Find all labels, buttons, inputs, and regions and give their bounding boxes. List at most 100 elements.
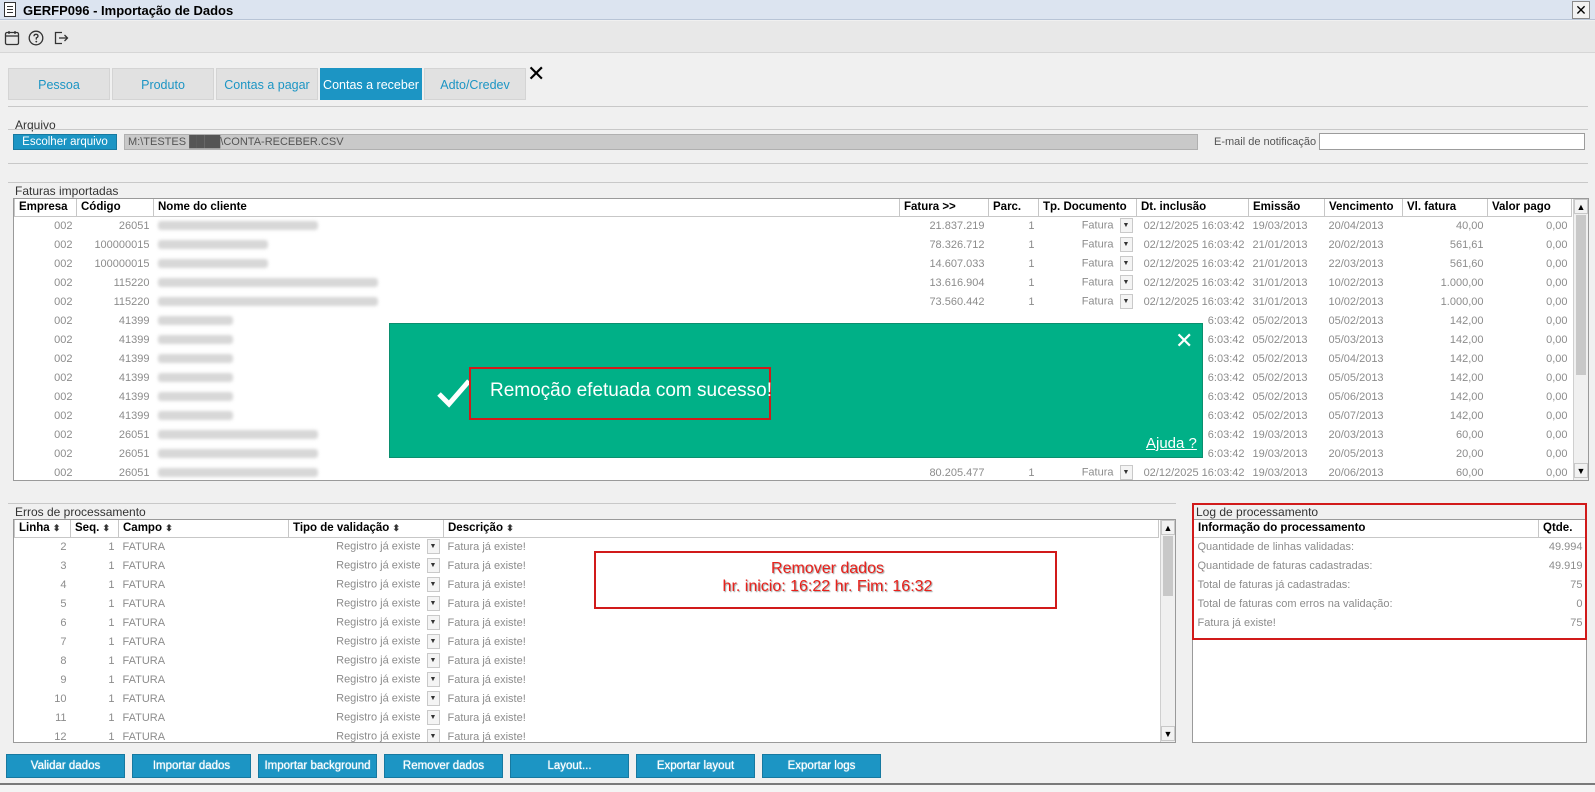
cell-tp-documento[interactable]: Fatura ▼ <box>1039 292 1137 311</box>
cell-tipo-validacao[interactable]: Registro já existe ▼ <box>289 632 444 651</box>
cell-nome-cliente <box>154 292 900 311</box>
table-row[interactable]: 9 1 FATURA Registro já existe ▼ Fatura já exi… <box>15 670 1159 689</box>
table-row[interactable]: 002 100000015 14.607.033 1 Fatura ▼ 02/12/2025… <box>15 254 1572 273</box>
cell-tipo-validacao[interactable]: Registro já existe ▼ <box>289 537 444 556</box>
dropdown-arrow-icon[interactable]: ▼ <box>1119 237 1133 252</box>
column-header-codigo[interactable]: Código <box>76 199 154 217</box>
column-header-vencimento[interactable]: Vencimento <box>1324 199 1403 217</box>
cell-tp-documento[interactable]: Fatura ▼ <box>1039 235 1137 254</box>
cell-nome-cliente <box>154 273 900 292</box>
help-icon[interactable] <box>28 30 44 46</box>
dropdown-arrow-icon[interactable]: ▼ <box>426 615 440 630</box>
column-header-seq[interactable]: Seq. ⬍ <box>70 520 119 538</box>
cell-tipo-validacao[interactable]: Registro já existe ▼ <box>289 708 444 727</box>
dropdown-arrow-icon[interactable]: ▼ <box>1119 465 1133 480</box>
dropdown-arrow-icon[interactable]: ▼ <box>426 710 440 725</box>
toast-close-icon[interactable]: ✕ <box>1175 328 1193 354</box>
dropdown-arrow-icon[interactable]: ▼ <box>426 577 440 592</box>
table-row[interactable]: 8 1 FATURA Registro já existe ▼ Fatura já exi… <box>15 651 1159 670</box>
table-row[interactable]: 002 26051 80.205.477 1 Fatura ▼ 02/12/2025 16:… <box>15 463 1572 480</box>
dropdown-arrow-icon[interactable]: ▼ <box>1119 256 1133 271</box>
scroll-up-icon[interactable]: ▲ <box>1161 520 1175 535</box>
cell-tipo-validacao[interactable]: Registro já existe ▼ <box>289 651 444 670</box>
sort-icon[interactable]: ⬍ <box>506 523 514 533</box>
dropdown-arrow-icon[interactable]: ▼ <box>426 634 440 649</box>
cell-tp-documento[interactable]: Fatura ▼ <box>1039 254 1137 273</box>
table-row[interactable]: 7 1 FATURA Registro já existe ▼ Fatura já exi… <box>15 632 1159 651</box>
tab-contas-a-receber[interactable]: Contas a receber <box>320 68 422 100</box>
cell-tipo-validacao[interactable]: Registro já existe ▼ <box>289 613 444 632</box>
sort-icon[interactable]: ⬍ <box>53 523 61 533</box>
email-notification-input[interactable] <box>1319 133 1585 150</box>
scroll-up-icon[interactable]: ▲ <box>1574 199 1588 214</box>
scroll-thumb[interactable] <box>1163 536 1173 596</box>
cell-tipo-validacao[interactable]: Registro já existe ▼ <box>289 689 444 708</box>
tab-produto[interactable]: Produto <box>112 68 214 100</box>
tab-contas-a-pagar[interactable]: Contas a pagar <box>216 68 318 100</box>
column-header-vl-fatura[interactable]: Vl. fatura <box>1402 199 1488 217</box>
cell-parc: 1 <box>1028 257 1035 270</box>
remover-dados-button[interactable]: Remover dados <box>384 754 503 778</box>
calendar-icon[interactable] <box>4 30 20 46</box>
sort-icon[interactable]: ⬍ <box>165 523 173 533</box>
dropdown-arrow-icon[interactable]: ▼ <box>426 653 440 668</box>
tab-pessoa[interactable]: Pessoa <box>8 68 110 100</box>
column-header-campo[interactable]: Campo ⬍ <box>118 520 289 538</box>
dropdown-arrow-icon[interactable]: ▼ <box>1119 218 1133 234</box>
column-header-tp-documento[interactable]: Tp. Documento <box>1038 199 1137 217</box>
dropdown-arrow-icon[interactable]: ▼ <box>426 539 440 555</box>
column-header-parc[interactable]: Parc. <box>988 199 1039 217</box>
column-header-tipo-validacao[interactable]: Tipo de validação ⬍ <box>288 520 444 538</box>
layout-button[interactable]: Layout... <box>510 754 629 778</box>
cell-tipo-validacao[interactable]: Registro já existe ▼ <box>289 670 444 689</box>
faturas-scrollbar[interactable]: ▲ ▼ <box>1573 199 1588 480</box>
sort-icon[interactable]: ⬍ <box>103 523 111 533</box>
column-header-emissao[interactable]: Emissão <box>1248 199 1325 217</box>
cell-tp-documento[interactable]: Fatura ▼ <box>1039 463 1137 480</box>
table-row[interactable]: 002 115220 73.560.442 1 Fatura ▼ 02/12/2025 16… <box>15 292 1572 311</box>
table-row[interactable]: 002 115220 13.616.904 1 Fatura ▼ 02/12/2025 16… <box>15 273 1572 292</box>
table-row[interactable]: 10 1 FATURA Registro já existe ▼ Fatura já ex… <box>15 689 1159 708</box>
table-row[interactable]: 002 100000015 78.326.712 1 Fatura ▼ 02/12/2025… <box>15 235 1572 254</box>
table-row[interactable]: 11 1 FATURA Registro já existe ▼ Fatura já ex… <box>15 708 1159 727</box>
cell-tipo-validacao[interactable]: Registro já existe ▼ <box>289 727 444 742</box>
column-header-valor-pago[interactable]: Valor pago <box>1487 199 1572 217</box>
column-header-linha[interactable]: Linha ⬍ <box>14 520 71 538</box>
cell-tipo-validacao[interactable]: Registro já existe ▼ <box>289 575 444 594</box>
dropdown-arrow-icon[interactable]: ▼ <box>1119 275 1133 290</box>
dropdown-arrow-icon[interactable]: ▼ <box>426 729 440 742</box>
dropdown-arrow-icon[interactable]: ▼ <box>426 596 440 611</box>
cell-tp-documento[interactable]: Fatura ▼ <box>1039 273 1137 292</box>
cell-tipo-validacao[interactable]: Registro já existe ▼ <box>289 556 444 575</box>
column-header-dt-inclusao[interactable]: Dt. inclusão <box>1136 199 1249 217</box>
cell-tipo-validacao[interactable]: Registro já existe ▼ <box>289 594 444 613</box>
scroll-down-icon[interactable]: ▼ <box>1574 463 1588 478</box>
column-header-empresa[interactable]: Empresa <box>14 199 77 217</box>
tab-adto-credev[interactable]: Adto/Credev <box>424 68 526 100</box>
exportar-logs-button[interactable]: Exportar logs <box>762 754 881 778</box>
importar-dados-button[interactable]: Importar dados <box>132 754 251 778</box>
column-header-nome-cliente[interactable]: Nome do cliente <box>153 199 900 217</box>
scroll-down-icon[interactable]: ▼ <box>1161 726 1175 741</box>
toast-help-link[interactable]: Ajuda ? <box>1146 435 1197 452</box>
dropdown-arrow-icon[interactable]: ▼ <box>426 558 440 573</box>
exportar-layout-button[interactable]: Exportar layout <box>636 754 755 778</box>
table-row[interactable]: 002 26051 21.837.219 1 Fatura ▼ 02/12/2025 16:… <box>15 216 1572 235</box>
close-icon[interactable]: ✕ <box>527 63 545 85</box>
exit-icon[interactable] <box>53 30 69 46</box>
column-header-fatura[interactable]: Fatura >> <box>899 199 989 217</box>
table-row[interactable]: 12 1 FATURA Registro já existe ▼ Fatura já ex… <box>15 727 1159 742</box>
erros-scrollbar[interactable]: ▲ ▼ <box>1160 520 1175 742</box>
sort-icon[interactable]: ⬍ <box>393 523 401 533</box>
importar-background-button[interactable]: Importar background <box>258 754 377 778</box>
column-header-descricao[interactable]: Descrição ⬍ <box>443 520 1159 538</box>
cell-tp-documento[interactable]: Fatura ▼ <box>1039 216 1137 235</box>
scroll-thumb[interactable] <box>1576 215 1586 375</box>
dropdown-arrow-icon[interactable]: ▼ <box>1119 294 1133 309</box>
dropdown-arrow-icon[interactable]: ▼ <box>426 691 440 706</box>
table-row[interactable]: 6 1 FATURA Registro já existe ▼ Fatura já exi… <box>15 613 1159 632</box>
window-close-button[interactable]: ✕ <box>1572 1 1590 19</box>
dropdown-arrow-icon[interactable]: ▼ <box>426 672 440 687</box>
validar-dados-button[interactable]: Validar dados <box>6 754 125 778</box>
choose-file-button[interactable]: Escolher arquivo <box>13 134 117 150</box>
